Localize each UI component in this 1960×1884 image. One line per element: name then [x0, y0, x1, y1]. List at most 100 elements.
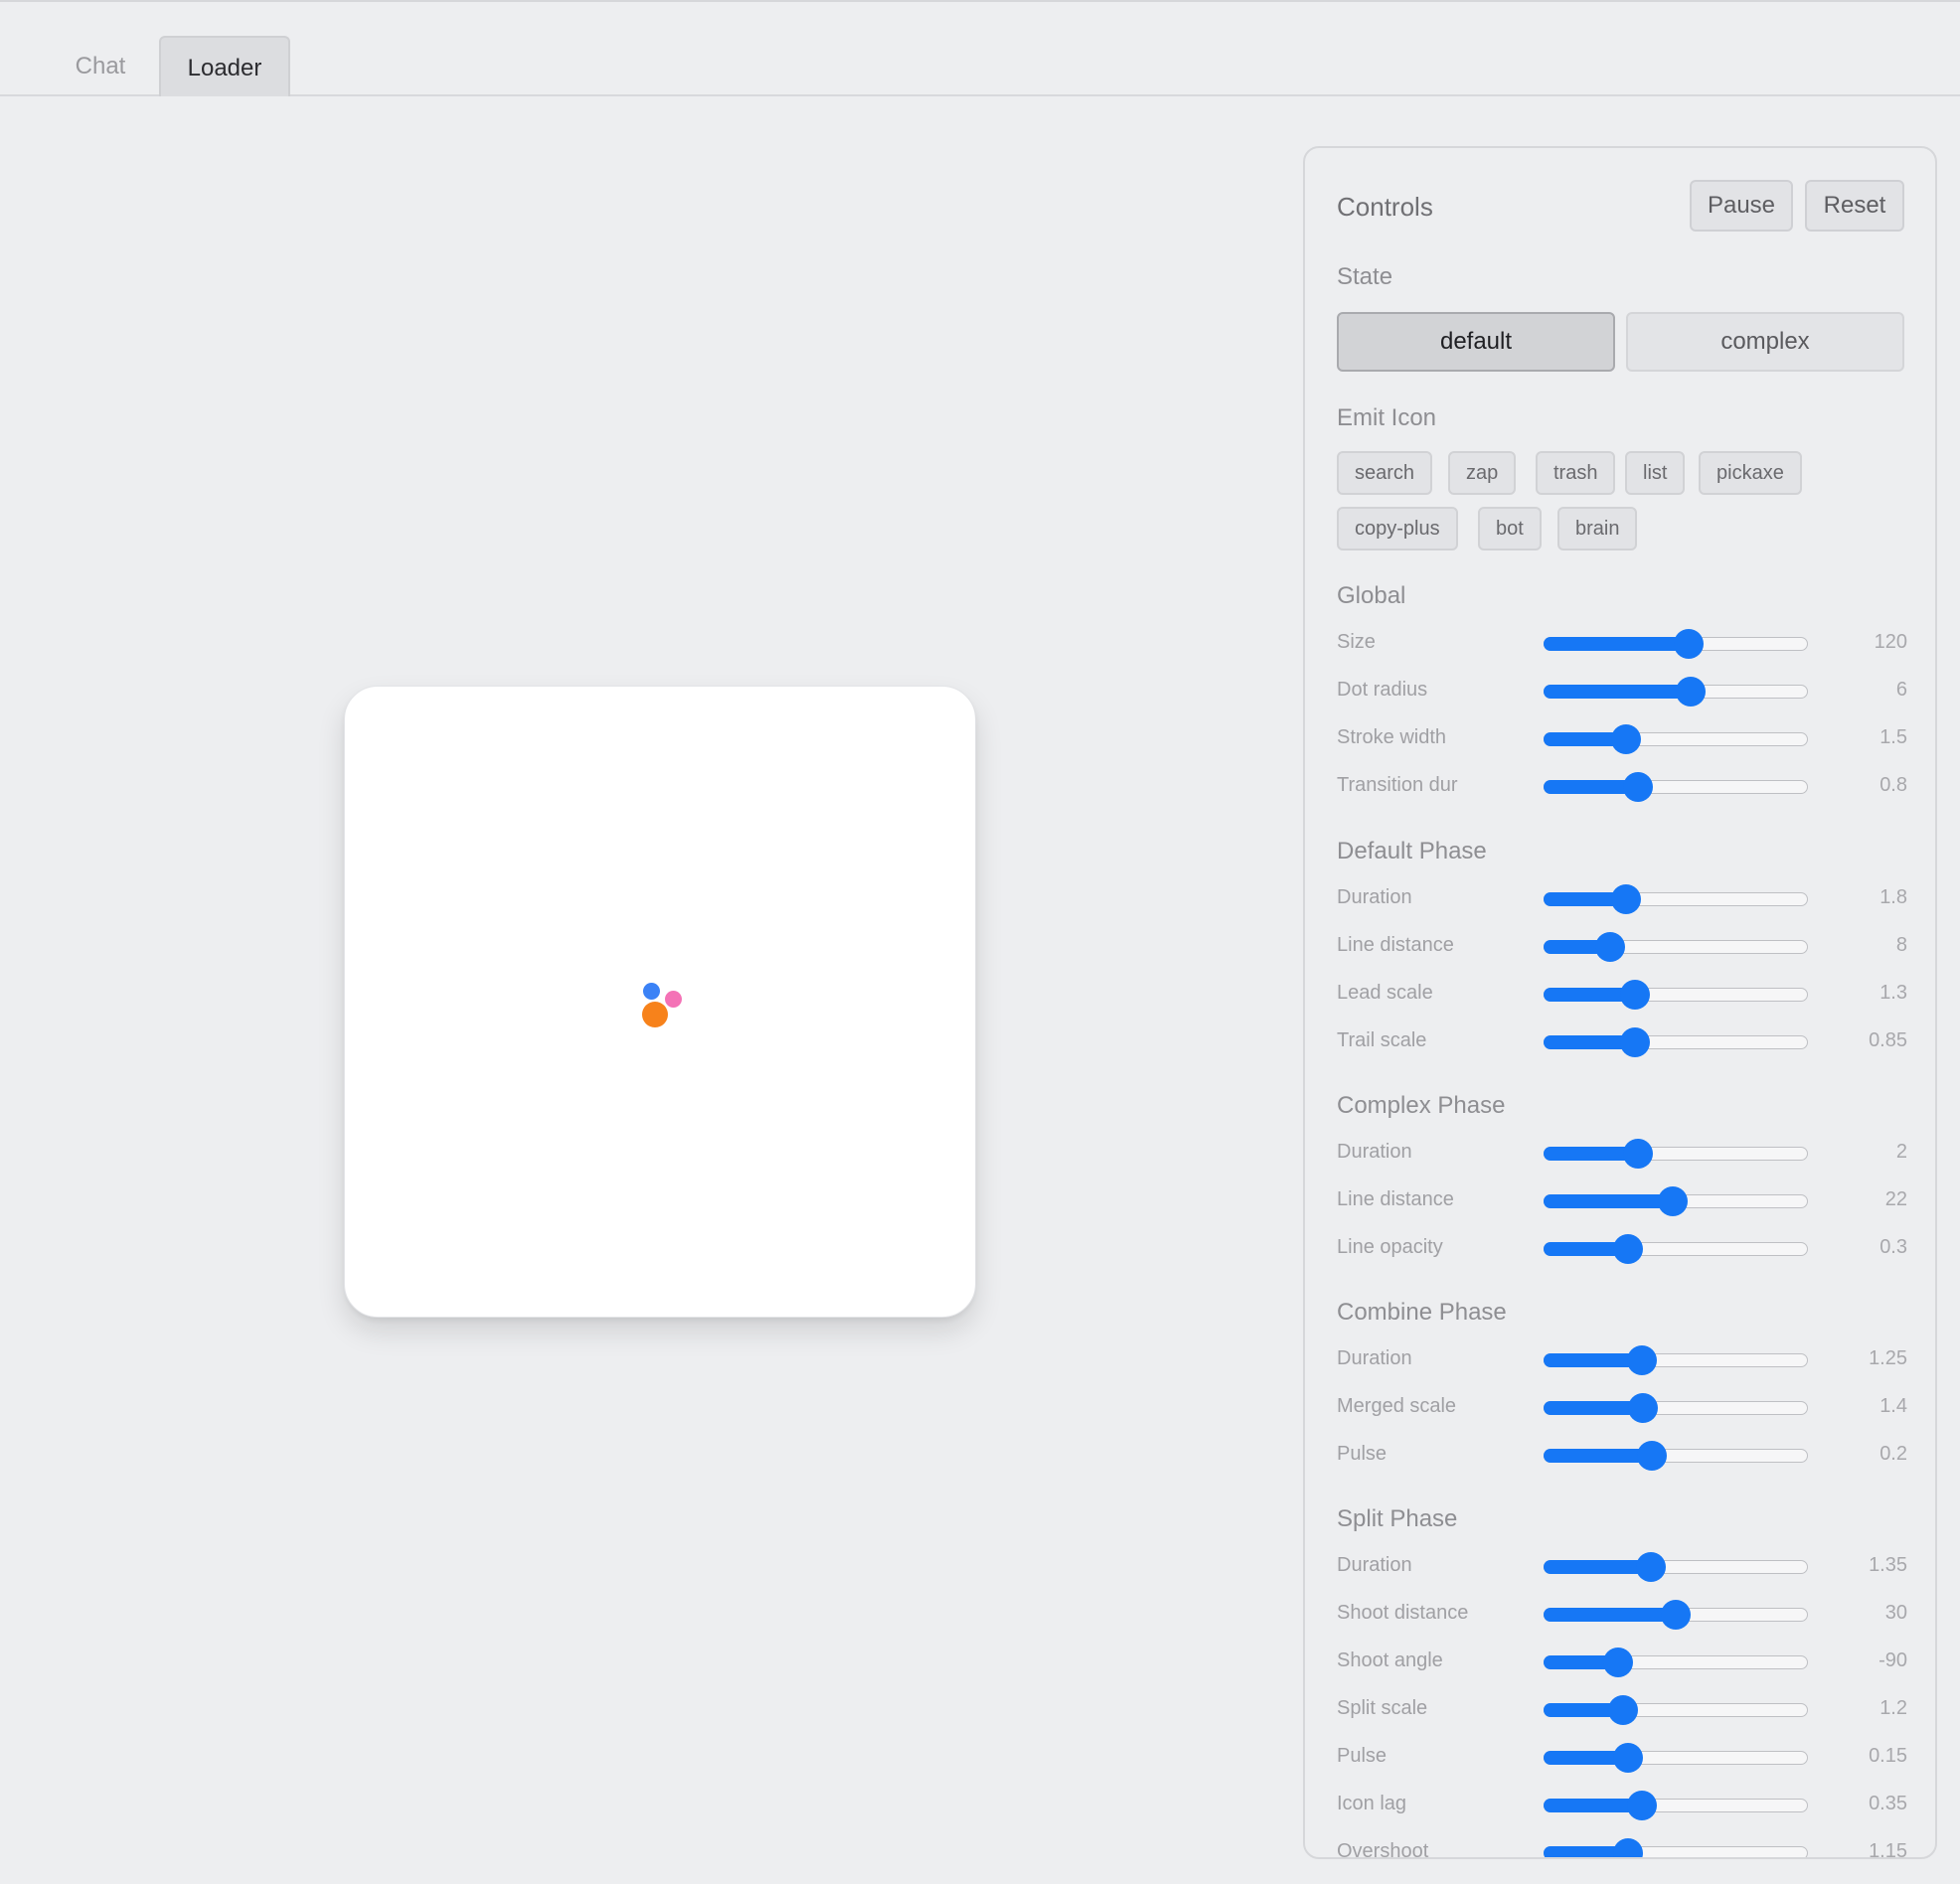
global-transition-dur-slider[interactable] [1544, 772, 1808, 802]
slider-thumb[interactable] [1661, 1600, 1691, 1630]
emit-icon-label: Emit Icon [1337, 404, 1437, 431]
split-phase-shoot-distance-slider[interactable] [1544, 1600, 1808, 1630]
slider-thumb[interactable] [1610, 884, 1641, 914]
split-phase-heading: Split Phase [1337, 1505, 1458, 1532]
global-dot-radius-row: Dot radius 6 [1305, 674, 1935, 709]
state-label: State [1337, 263, 1393, 290]
emit-zap-button[interactable]: zap [1448, 451, 1517, 495]
combine-phase-merged-scale-slider[interactable] [1544, 1393, 1808, 1423]
slider-thumb[interactable] [1628, 1393, 1658, 1423]
complex-phase-duration-slider[interactable] [1544, 1139, 1808, 1169]
complex-phase-duration-value: 2 [1895, 1141, 1907, 1163]
global-stroke-width-slider[interactable] [1544, 724, 1808, 754]
complex-phase-heading: Complex Phase [1337, 1092, 1506, 1119]
default-phase-trail-scale-slider[interactable] [1544, 1027, 1808, 1057]
global-size-value: 120 [1874, 631, 1907, 653]
split-phase-icon-lag-slider[interactable] [1544, 1791, 1808, 1820]
default-phase-duration-slider[interactable] [1544, 884, 1808, 914]
global-dot-radius-slider[interactable] [1544, 677, 1808, 706]
state-default-button[interactable]: default [1337, 312, 1615, 372]
split-phase-split-scale-slider[interactable] [1544, 1695, 1808, 1725]
reset-button[interactable]: Reset [1805, 180, 1904, 232]
split-phase-shoot-angle-slider[interactable] [1544, 1648, 1808, 1677]
combine-phase-duration-label: Duration [1337, 1347, 1412, 1369]
default-phase-lead-scale-slider[interactable] [1544, 980, 1808, 1010]
slider-thumb[interactable] [1613, 1838, 1644, 1857]
slider-thumb[interactable] [1635, 1552, 1666, 1582]
pause-button[interactable]: Pause [1690, 180, 1793, 232]
combine-phase-duration-value: 1.25 [1869, 1347, 1907, 1369]
combine-phase-pulse-row: Pulse 0.2 [1305, 1438, 1935, 1474]
split-phase-duration-label: Duration [1337, 1554, 1412, 1576]
emit-trash-button[interactable]: trash [1536, 451, 1616, 495]
complex-phase-line-distance-slider[interactable] [1544, 1186, 1808, 1216]
combine-phase-merged-scale-value: 1.4 [1879, 1395, 1907, 1417]
slider-thumb[interactable] [1626, 1345, 1657, 1375]
global-size-row: Size 120 [1305, 626, 1935, 662]
split-phase-split-scale-row: Split scale 1.2 [1305, 1692, 1935, 1728]
slider-thumb[interactable] [1658, 1186, 1689, 1216]
combine-phase-duration-slider[interactable] [1544, 1345, 1808, 1375]
tab-chat[interactable]: Chat [52, 36, 149, 96]
split-phase-shoot-angle-label: Shoot angle [1337, 1649, 1443, 1671]
split-phase-duration-value: 1.35 [1869, 1554, 1907, 1576]
split-phase-shoot-distance-row: Shoot distance 30 [1305, 1597, 1935, 1633]
state-complex-button[interactable]: complex [1626, 312, 1904, 372]
emit-bot-button[interactable]: bot [1478, 507, 1542, 550]
slider-thumb[interactable] [1595, 932, 1625, 962]
slider-thumb[interactable] [1620, 1027, 1651, 1057]
global-stroke-width-row: Stroke width 1.5 [1305, 721, 1935, 757]
global-transition-dur-value: 0.8 [1879, 774, 1907, 796]
complex-phase-line-opacity-slider[interactable] [1544, 1234, 1808, 1264]
complex-phase-line-opacity-value: 0.3 [1879, 1236, 1907, 1258]
slider-fill [1544, 1560, 1650, 1574]
global-stroke-width-value: 1.5 [1879, 726, 1907, 748]
tab-loader[interactable]: Loader [159, 36, 290, 96]
default-phase-trail-scale-value: 0.85 [1869, 1029, 1907, 1051]
default-phase-line-distance-row: Line distance 8 [1305, 929, 1935, 965]
pink-dot [665, 991, 682, 1008]
complex-phase-line-opacity-row: Line opacity 0.3 [1305, 1231, 1935, 1267]
split-phase-shoot-distance-label: Shoot distance [1337, 1602, 1469, 1624]
slider-thumb[interactable] [1674, 629, 1705, 659]
split-phase-shoot-angle-row: Shoot angle -90 [1305, 1645, 1935, 1680]
slider-thumb[interactable] [1622, 1139, 1653, 1169]
emit-pickaxe-button[interactable]: pickaxe [1699, 451, 1802, 495]
default-phase-trail-scale-label: Trail scale [1337, 1029, 1427, 1051]
split-phase-icon-lag-value: 0.35 [1869, 1793, 1907, 1814]
slider-thumb[interactable] [1626, 1791, 1657, 1820]
global-stroke-width-label: Stroke width [1337, 726, 1447, 748]
slider-thumb[interactable] [1637, 1441, 1668, 1471]
global-transition-dur-row: Transition dur 0.8 [1305, 769, 1935, 805]
combine-phase-merged-scale-label: Merged scale [1337, 1395, 1457, 1417]
slider-thumb[interactable] [1622, 772, 1653, 802]
combine-phase-duration-row: Duration 1.25 [1305, 1342, 1935, 1378]
split-phase-duration-row: Duration 1.35 [1305, 1549, 1935, 1585]
split-phase-overshoot-slider[interactable] [1544, 1838, 1808, 1857]
emit-brain-button[interactable]: brain [1557, 507, 1638, 550]
split-phase-pulse-row: Pulse 0.15 [1305, 1740, 1935, 1776]
complex-phase-duration-label: Duration [1337, 1141, 1412, 1163]
default-phase-line-distance-slider[interactable] [1544, 932, 1808, 962]
controls-panel: Controls Pause Reset State default compl… [1303, 146, 1937, 1859]
emit-copy-plus-button[interactable]: copy-plus [1337, 507, 1458, 550]
slider-thumb[interactable] [1608, 1695, 1639, 1725]
split-phase-icon-lag-label: Icon lag [1337, 1793, 1407, 1814]
default-phase-heading: Default Phase [1337, 838, 1487, 864]
slider-thumb[interactable] [1613, 1234, 1644, 1264]
split-phase-pulse-label: Pulse [1337, 1745, 1388, 1767]
slider-thumb[interactable] [1610, 724, 1641, 754]
split-phase-duration-slider[interactable] [1544, 1552, 1808, 1582]
emit-search-button[interactable]: search [1337, 451, 1433, 495]
slider-fill [1544, 637, 1689, 651]
slider-thumb[interactable] [1613, 1743, 1644, 1773]
complex-phase-line-distance-value: 22 [1884, 1188, 1907, 1210]
split-phase-overshoot-value: 1.15 [1869, 1840, 1907, 1859]
split-phase-pulse-slider[interactable] [1544, 1743, 1808, 1773]
slider-thumb[interactable] [1675, 677, 1706, 706]
slider-thumb[interactable] [1602, 1648, 1633, 1677]
global-size-slider[interactable] [1544, 629, 1808, 659]
emit-list-button[interactable]: list [1625, 451, 1686, 495]
combine-phase-pulse-slider[interactable] [1544, 1441, 1808, 1471]
slider-thumb[interactable] [1620, 980, 1651, 1010]
